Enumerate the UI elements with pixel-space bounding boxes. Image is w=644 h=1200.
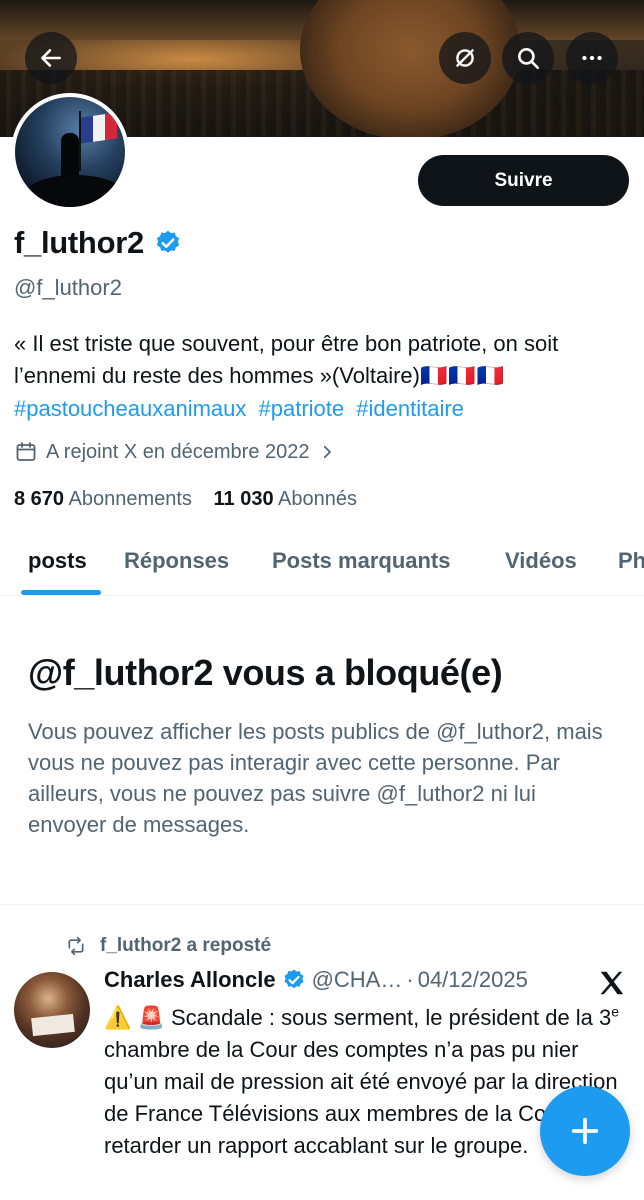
hashtag-link[interactable]: #pastoucheauxanimaux bbox=[14, 396, 246, 421]
blocked-title: @f_luthor2 vous a bloqué(e) bbox=[28, 652, 503, 693]
bio-hashtags: #pastoucheauxanimaux #patriote #identita… bbox=[14, 396, 470, 422]
followers-link[interactable]: 11 030 Abonnés bbox=[214, 488, 358, 510]
follow-counts: 8 670 Abonnements 11 030 Abonnés bbox=[14, 488, 357, 511]
profile-handle: @f_luthor2 bbox=[14, 275, 122, 300]
followers-count: 11 030 bbox=[213, 488, 274, 510]
tab-photos[interactable]: Photos bbox=[618, 548, 644, 574]
arrow-left-icon bbox=[41, 49, 61, 67]
tab-highlights[interactable]: Posts marquants bbox=[272, 548, 451, 574]
tweet-header: Charles Alloncle @CHA… · 04/12/2025 bbox=[104, 967, 528, 993]
more-button[interactable] bbox=[566, 32, 618, 84]
avatar-figure bbox=[61, 133, 79, 179]
display-name-row: f_luthor2 bbox=[14, 225, 182, 261]
following-link[interactable]: 8 670 Abonnements bbox=[14, 488, 192, 510]
chevron-right-icon bbox=[323, 445, 331, 459]
meta-separator: · bbox=[406, 967, 414, 992]
repost-indicator[interactable]: f_luthor2 a reposté bbox=[66, 935, 271, 957]
grok-button[interactable] bbox=[439, 32, 491, 84]
search-icon bbox=[518, 48, 540, 70]
profile-avatar[interactable] bbox=[11, 93, 129, 211]
tweet-author-name[interactable]: Charles Alloncle bbox=[104, 967, 276, 993]
blocked-description: Vous pouvez afficher les posts publics d… bbox=[28, 719, 603, 837]
x-logo-icon bbox=[600, 971, 624, 995]
follow-button[interactable]: Suivre bbox=[418, 155, 629, 206]
tab-posts[interactable]: posts bbox=[28, 548, 87, 574]
joined-date: A rejoint X en décembre 2022 bbox=[46, 440, 310, 463]
avatar-flag bbox=[81, 112, 117, 144]
verified-badge-icon[interactable] bbox=[154, 229, 182, 257]
followers-label: Abonnés bbox=[278, 488, 357, 510]
following-count: 8 670 bbox=[14, 488, 65, 510]
calendar-icon bbox=[16, 442, 36, 461]
hashtag-link[interactable]: #identitaire bbox=[356, 396, 464, 421]
verified-badge-icon[interactable] bbox=[282, 968, 306, 992]
tweet-text-sup: e bbox=[611, 1003, 620, 1020]
tweet-text-part: ⚠️ 🚨 Scandale : sous serment, le préside… bbox=[104, 1005, 612, 1030]
joined-date-row[interactable]: A rejoint X en décembre 2022 bbox=[14, 440, 336, 464]
tab-videos[interactable]: Vidéos bbox=[505, 548, 577, 574]
profile-tabs: posts Réponses Posts marquants Vidéos Ph… bbox=[0, 532, 644, 596]
repost-icon bbox=[68, 936, 84, 956]
profile-bio: « Il est triste que souvent, pour être b… bbox=[14, 328, 630, 392]
tweet-date[interactable]: 04/12/2025 bbox=[418, 967, 528, 993]
tweet-author-avatar[interactable] bbox=[14, 972, 90, 1048]
repost-label: f_luthor2 a reposté bbox=[100, 935, 272, 956]
avatar-rock bbox=[25, 175, 125, 207]
display-name: f_luthor2 bbox=[14, 225, 144, 260]
compose-button[interactable] bbox=[540, 1086, 630, 1176]
tweet-author-handle[interactable]: @CHA… bbox=[312, 967, 403, 993]
grok-icon bbox=[456, 49, 474, 67]
tab-replies[interactable]: Réponses bbox=[124, 548, 229, 574]
plus-icon bbox=[571, 1117, 599, 1145]
back-button[interactable] bbox=[25, 32, 77, 84]
section-divider bbox=[0, 904, 644, 905]
hashtag-link[interactable]: #patriote bbox=[259, 396, 345, 421]
search-button[interactable] bbox=[502, 32, 554, 84]
avatar-paper bbox=[31, 1013, 75, 1037]
following-label: Abonnements bbox=[68, 488, 192, 510]
more-icon bbox=[582, 55, 602, 61]
bio-flags: 🇫🇷🇫🇷🇫🇷 bbox=[419, 363, 506, 388]
active-tab-indicator bbox=[21, 590, 101, 595]
